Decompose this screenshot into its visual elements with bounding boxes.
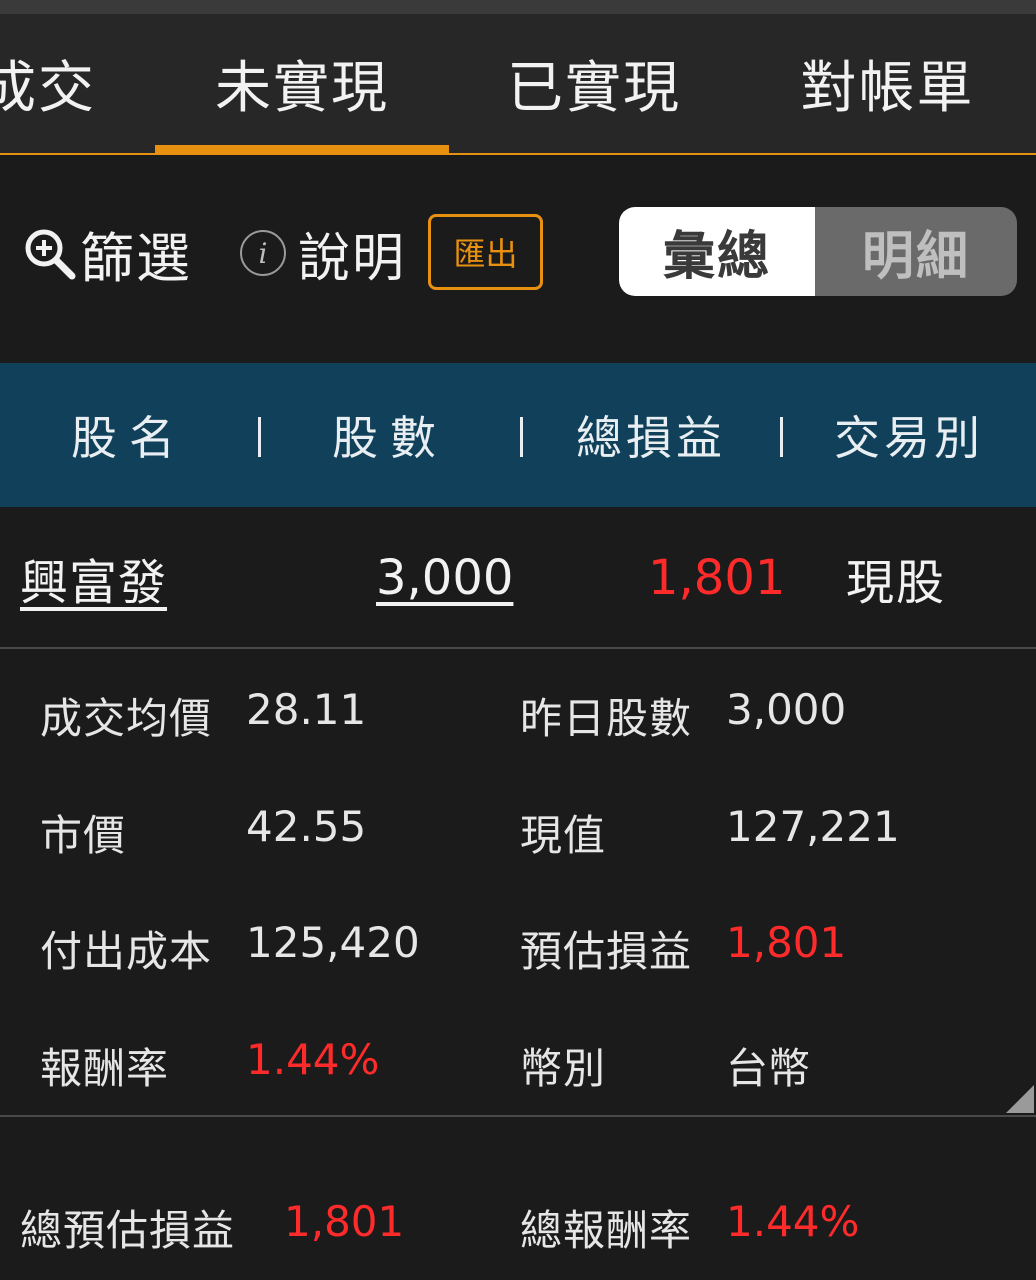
- return-value: 1.44%: [246, 1035, 380, 1084]
- tab-unrealized[interactable]: 未實現: [155, 14, 449, 153]
- currency-label: 幣別: [520, 1044, 607, 1093]
- stock-name-link[interactable]: 興富發: [20, 507, 167, 649]
- search-zoom-icon: [25, 229, 76, 280]
- view-toggle: 彙總 明細: [619, 207, 1017, 296]
- resize-corner-icon: [1006, 1085, 1034, 1113]
- total-pl-value: 1,801: [648, 550, 786, 606]
- table-row[interactable]: 興富發 3,000 1,801 現股: [0, 507, 1036, 649]
- currency-value: 台幣: [726, 1044, 811, 1093]
- est-pl-label: 預估損益: [520, 927, 693, 976]
- position-details: 成交均價 28.11 昨日股數 3,000 市價 42.55 現值 127,22…: [0, 651, 1036, 1117]
- tab-filled[interactable]: 成交: [0, 14, 95, 153]
- trade-type-value: 現股: [846, 555, 947, 611]
- avg-price-value: 28.11: [246, 685, 367, 734]
- table-header: 股名 股數 總損益 交易別: [0, 363, 1036, 507]
- market-price-value: 42.55: [246, 802, 367, 851]
- market-value-label: 現值: [520, 811, 607, 860]
- summary-footer: 總預估損益 1,801 總報酬率 1.44%: [0, 1119, 1036, 1280]
- return-label: 報酬率: [40, 1044, 170, 1093]
- total-est-pl-label: 總預估損益: [20, 1206, 236, 1255]
- prev-shares-value: 3,000: [726, 685, 847, 734]
- avg-price-label: 成交均價: [40, 694, 213, 743]
- filter-label: 篩選: [80, 226, 192, 290]
- prev-shares-label: 昨日股數: [520, 694, 693, 743]
- tab-realized[interactable]: 已實現: [449, 14, 739, 153]
- column-divider: [258, 417, 261, 457]
- cost-label: 付出成本: [40, 927, 213, 976]
- total-return-value: 1.44%: [726, 1197, 860, 1246]
- est-pl-value: 1,801: [726, 918, 847, 967]
- column-divider: [520, 417, 523, 457]
- cost-value: 125,420: [246, 918, 420, 967]
- info-icon: i: [240, 230, 286, 276]
- shares-link[interactable]: 3,000: [376, 507, 513, 649]
- column-header-trade-type[interactable]: 交易別: [782, 363, 1036, 507]
- filter-button[interactable]: 篩選: [22, 207, 192, 299]
- view-detail-option[interactable]: 明細: [815, 207, 1017, 296]
- status-strip: [0, 0, 1036, 14]
- column-header-shares[interactable]: 股數: [260, 363, 520, 507]
- export-button[interactable]: 匯出: [428, 214, 543, 290]
- market-price-label: 市價: [40, 811, 127, 860]
- view-summary-option[interactable]: 彙總: [619, 207, 815, 296]
- market-value-value: 127,221: [726, 802, 900, 851]
- tab-statement[interactable]: 對帳單: [739, 14, 1036, 153]
- column-divider: [780, 417, 783, 457]
- total-est-pl-value: 1,801: [284, 1197, 405, 1246]
- tab-bar: 成交 未實現 已實現 對帳單: [0, 14, 1036, 155]
- active-tab-indicator: [155, 145, 449, 153]
- toolbar: 篩選 i 說明 匯出 彙總 明細: [0, 157, 1036, 363]
- column-header-total-pl[interactable]: 總損益: [522, 363, 780, 507]
- column-header-stock-name[interactable]: 股名: [0, 363, 258, 507]
- help-label: 說明: [298, 228, 407, 289]
- total-return-label: 總報酬率: [520, 1206, 693, 1255]
- help-button[interactable]: i 說明: [240, 207, 406, 299]
